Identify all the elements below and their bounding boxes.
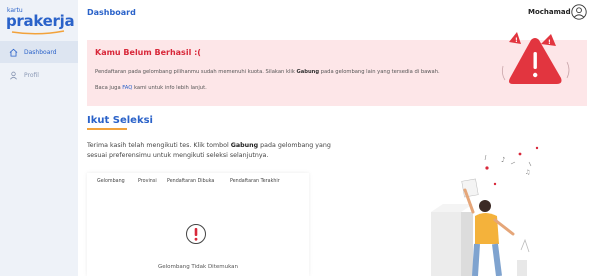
sidebar-item-label: Profil xyxy=(24,71,39,79)
section-underline xyxy=(87,128,127,130)
svg-text:!: ! xyxy=(515,37,518,44)
column-header-provinsi: Provinsi xyxy=(138,179,157,184)
home-icon xyxy=(9,48,18,57)
gelombang-table: Gelombang Provinsi Pendaftaran Dibuka Pe… xyxy=(87,173,309,276)
section-title: Ikut Seleksi xyxy=(87,115,153,126)
avatar-icon[interactable] xyxy=(571,4,587,20)
section-description: Terima kasih telah mengikuti tes. Klik t… xyxy=(87,142,331,159)
alert-faq-line: Baca juga FAQ kami untuk info lebih lanj… xyxy=(95,85,207,91)
page-title: Dashboard xyxy=(87,8,136,17)
person-illustration: ♪ ♫ xyxy=(431,146,539,276)
column-header-pendaftaran-terakhir: Pendaftaran Terakhir xyxy=(230,179,280,184)
svg-text:!: ! xyxy=(548,39,551,46)
username[interactable]: Mochamad xyxy=(528,8,571,16)
prakerja-logo[interactable]: kartu prakerja xyxy=(6,7,76,35)
sidebar-item-dashboard[interactable]: Dashboard xyxy=(0,41,78,63)
column-header-pendaftaran-dibuka: Pendaftaran Dibuka xyxy=(167,179,215,184)
alert-message: Pendaftaran pada gelombang pilihanmu sud… xyxy=(95,69,440,75)
sidebar-item-profil[interactable]: Profil xyxy=(0,64,78,86)
empty-state-text: Gelombang Tidak Ditemukan xyxy=(157,264,239,270)
logo-swoosh-icon xyxy=(11,30,65,35)
svg-text:♫: ♫ xyxy=(525,169,530,176)
column-header-gelombang: Gelombang xyxy=(97,179,125,184)
sidebar-item-label: Dashboard xyxy=(24,48,57,56)
alert-circle-icon xyxy=(186,224,206,244)
alert-title: Kamu Belum Berhasil :( xyxy=(95,48,201,57)
svg-text:♪: ♪ xyxy=(501,156,505,164)
user-icon xyxy=(10,71,17,80)
faq-link[interactable]: FAQ xyxy=(122,85,132,91)
logo-main-text: prakerja xyxy=(6,12,75,30)
warning-illustration: ! ! xyxy=(501,32,570,84)
sidebar: kartu prakerja Dashboard Profil xyxy=(0,0,78,276)
